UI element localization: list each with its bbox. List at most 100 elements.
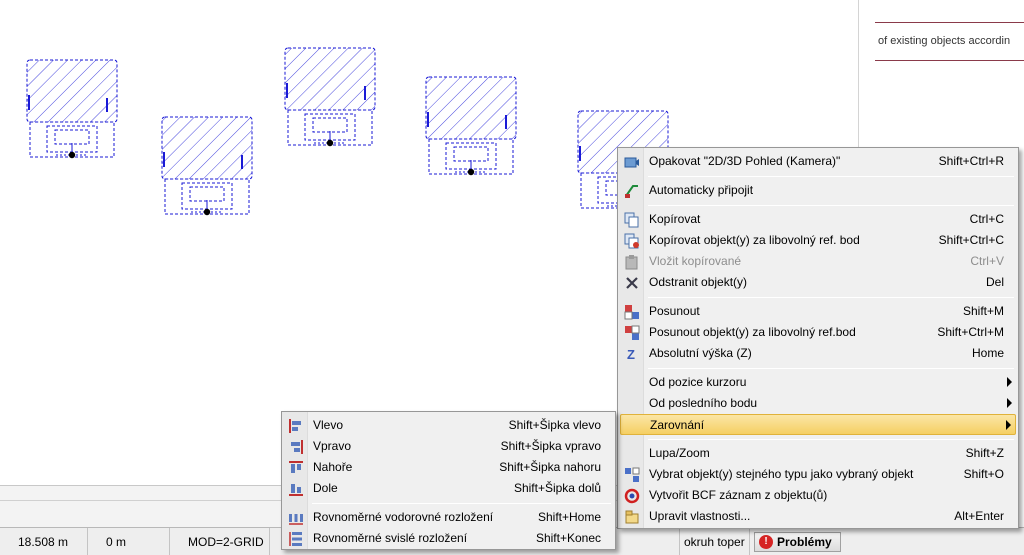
menu-item-label: Kopírovat — [649, 212, 701, 226]
select-same-type-icon — [624, 467, 640, 483]
menu-item-vlozit-kopirovane[interactable]: Vložit kopírované Ctrl+V — [620, 251, 1016, 272]
menu-item-label: Zarovnání — [650, 418, 705, 432]
menu-item-label: Vytvořit BCF záznam z objektu(ů) — [649, 488, 828, 502]
panel-description: of existing objects accordin — [878, 35, 1011, 47]
panel-divider — [875, 22, 1024, 23]
menu-item-shortcut: Shift+Šipka nahoru — [499, 460, 601, 474]
menu-separator — [648, 176, 1014, 177]
copy-icon — [624, 212, 640, 228]
submenu-arrow-icon — [1007, 377, 1012, 387]
alignment-submenu: Vlevo Shift+Šipka vlevo Vpravo Shift+Šipka … — [281, 411, 616, 550]
submenu-arrow-icon — [1007, 398, 1012, 408]
menu-item-shortcut: Shift+O — [963, 467, 1004, 481]
properties-icon — [624, 509, 640, 525]
align-top-icon — [288, 460, 304, 476]
menu-item-shortcut: Ctrl+C — [969, 212, 1004, 226]
menu-item-label: Upravit vlastnosti... — [649, 509, 751, 523]
menu-item-label: Lupa/Zoom — [649, 446, 710, 460]
delete-icon — [624, 275, 640, 291]
menu-item-od-pozice-kurzoru[interactable]: Od pozice kurzoru — [620, 372, 1016, 393]
menu-separator — [312, 503, 611, 504]
menu-item-label: Posunout objekt(y) za libovolný ref.bod — [649, 325, 856, 339]
menu-item-shortcut: Home — [971, 346, 1004, 360]
align-right-icon — [288, 439, 304, 455]
submenu-arrow-icon — [1006, 420, 1011, 430]
menu-item-zarovnani[interactable]: Zarovnání — [620, 414, 1016, 435]
connection-point[interactable] — [203, 208, 211, 216]
camera-view-icon — [624, 154, 640, 170]
menu-item-shortcut: Del — [985, 275, 1004, 289]
menu-separator — [648, 205, 1014, 206]
submenu-item-dole[interactable]: Dole Shift+Šipka dolů — [284, 478, 613, 499]
snap-mode-indicator[interactable]: MOD=2-GRID — [170, 528, 270, 555]
menu-item-vybrat-objekt-y-stejneho-typu-jako-vybrany-objekt[interactable]: Vybrat objekt(y) stejného typu jako vybr… — [620, 464, 1016, 485]
menu-item-label: Odstranit objekt(y) — [649, 275, 748, 289]
paste-icon — [624, 254, 640, 270]
context-menu: Opakovat "2D/3D Pohled (Kamera)" Shift+Ct… — [617, 147, 1019, 529]
menu-item-label: Vlevo — [313, 418, 344, 432]
menu-item-label: Rovnoměrné vodorovné rozložení — [313, 510, 494, 524]
menu-item-odstranit-objekt-y[interactable]: Odstranit objekt(y) Del — [620, 272, 1016, 293]
menu-item-shortcut: Shift+Z — [965, 446, 1004, 460]
menu-item-label: Automaticky připojit — [649, 183, 754, 197]
align-left-icon — [288, 418, 304, 434]
menu-item-label: Od pozice kurzoru — [649, 375, 747, 389]
menu-item-kopirovat[interactable]: Kopírovat Ctrl+C — [620, 209, 1016, 230]
menu-item-label: Vpravo — [313, 439, 352, 453]
menu-item-label: Rovnoměrné svislé rozložení — [313, 531, 468, 545]
menu-item-label: Od posledního bodu — [649, 396, 758, 410]
connection-point[interactable] — [326, 139, 334, 147]
menu-separator — [648, 439, 1014, 440]
menu-item-shortcut: Shift+Ctrl+R — [938, 154, 1004, 168]
move-icon — [624, 304, 640, 320]
menu-item-shortcut: Shift+Ctrl+M — [937, 325, 1004, 339]
menu-item-posunout-objekt-y-za-libovolny-ref-bod[interactable]: Posunout objekt(y) za libovolný ref.bod S… — [620, 322, 1016, 343]
submenu-item-vlevo[interactable]: Vlevo Shift+Šipka vlevo — [284, 415, 613, 436]
submenu-item-rovnomerne-svisle-rozlozeni[interactable]: Rovnoměrné svislé rozložení Shift+Konec — [284, 528, 613, 549]
menu-item-shortcut: Shift+M — [962, 304, 1004, 318]
menu-item-automaticky-pripojit[interactable]: Automaticky připojit — [620, 180, 1016, 201]
drawing-object[interactable] — [26, 59, 118, 159]
connection-point[interactable] — [68, 151, 76, 159]
menu-item-vytvorit-bcf-zaznam-z-objektu-u[interactable]: Vytvořit BCF záznam z objektu(ů) — [620, 485, 1016, 506]
application-window: of existing objects accordin 18.508 m 0 … — [0, 0, 1024, 555]
move-ref-point-icon — [624, 325, 640, 341]
menu-item-label: Opakovat "2D/3D Pohled (Kamera)" — [649, 154, 841, 168]
menu-item-lupa-zoom[interactable]: Lupa/Zoom Shift+Z — [620, 443, 1016, 464]
menu-item-shortcut: Shift+Konec — [535, 531, 601, 545]
menu-item-posunout[interactable]: Posunout Shift+M — [620, 301, 1016, 322]
circuit-tab[interactable]: okruh toper — [680, 528, 750, 555]
connection-point[interactable] — [467, 168, 475, 176]
menu-item-upravit-vlastnosti[interactable]: Upravit vlastnosti... Alt+Enter — [620, 506, 1016, 527]
height-readout: 0 m — [88, 528, 170, 555]
z-height-icon: Z — [624, 346, 640, 362]
problems-label: Problémy — [777, 534, 832, 549]
menu-item-label: Vybrat objekt(y) stejného typu jako vybr… — [649, 467, 914, 481]
menu-item-absolutni-vyska-z[interactable]: Z Absolutní výška (Z) Home — [620, 343, 1016, 364]
menu-item-label: Vložit kopírované — [649, 254, 742, 268]
menu-item-od-posledniho-bodu[interactable]: Od posledního bodu — [620, 393, 1016, 414]
submenu-item-rovnomerne-vodorovne-rozlozeni[interactable]: Rovnoměrné vodorovné rozložení Shift+Home — [284, 507, 613, 528]
drawing-object[interactable] — [161, 116, 253, 216]
menu-item-label: Nahoře — [313, 460, 353, 474]
menu-separator — [648, 368, 1014, 369]
menu-item-shortcut: Ctrl+V — [970, 254, 1004, 268]
menu-item-kopirovat-objekt-y-za-libovolny-ref-bod[interactable]: Kopírovat objekt(y) za libovolný ref. bo… — [620, 230, 1016, 251]
menu-item-shortcut: Shift+Šipka vpravo — [500, 439, 601, 453]
distribute-vertical-icon — [288, 531, 304, 547]
menu-item-opakovat-2d-3d-pohled-kamera[interactable]: Opakovat "2D/3D Pohled (Kamera)" Shift+Ct… — [620, 151, 1016, 172]
menu-item-label: Posunout — [649, 304, 700, 318]
error-icon: ! — [759, 534, 773, 549]
drawing-object[interactable] — [425, 76, 517, 176]
problems-button[interactable]: ! Problémy — [754, 531, 841, 552]
align-bottom-icon — [288, 481, 304, 497]
submenu-item-vpravo[interactable]: Vpravo Shift+Šipka vpravo — [284, 436, 613, 457]
drawing-object[interactable] — [284, 47, 376, 147]
copy-with-ref-point-icon — [624, 233, 640, 249]
svg-text:Z: Z — [627, 347, 635, 362]
menu-item-shortcut: Shift+Šipka vlevo — [508, 418, 601, 432]
menu-item-shortcut: Shift+Šipka dolů — [513, 481, 601, 495]
menu-item-shortcut: Shift+Home — [537, 510, 601, 524]
status-filler — [841, 528, 1024, 555]
submenu-item-nahore[interactable]: Nahoře Shift+Šipka nahoru — [284, 457, 613, 478]
